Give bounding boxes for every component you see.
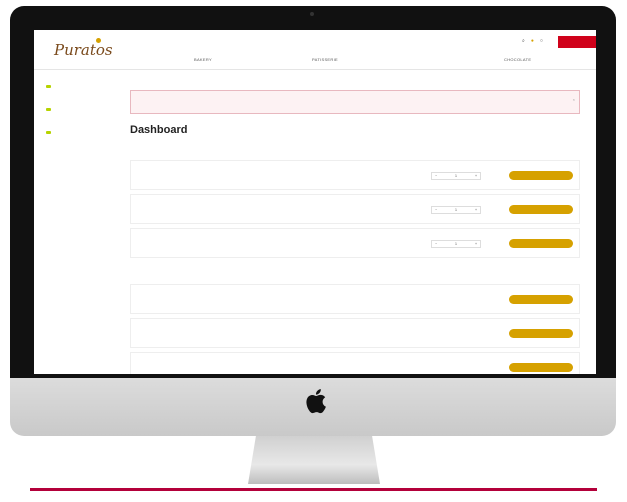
order-card: [130, 352, 580, 374]
minus-icon[interactable]: −: [435, 174, 437, 178]
add-to-cart-button[interactable]: [509, 171, 573, 180]
add-to-cart-button[interactable]: [509, 239, 573, 248]
badge: [46, 131, 51, 134]
plus-icon[interactable]: +: [475, 208, 477, 212]
quantity-stepper[interactable]: − 1 +: [431, 240, 481, 248]
header-icons: ⌕ ● ○: [522, 38, 543, 44]
sidebar-group: [44, 131, 114, 134]
search-icon[interactable]: ⌕: [522, 38, 525, 44]
minus-icon[interactable]: −: [435, 208, 437, 212]
favourite-card: − 1 +: [130, 228, 580, 258]
order-card: [130, 284, 580, 314]
imac-stand: [248, 436, 380, 484]
order-action-button[interactable]: [509, 363, 573, 372]
base-line: [30, 488, 597, 491]
badge: [46, 85, 51, 88]
site-header: Puratos ⌕ ● ○ BAKERY PATISSERIE CHOCOLAT: [34, 30, 596, 70]
quantity-value[interactable]: 1: [455, 242, 457, 246]
sidebar-group: [44, 108, 114, 111]
add-to-cart-button[interactable]: [509, 205, 573, 214]
main-nav: BAKERY PATISSERIE CHOCOLATE: [34, 57, 596, 65]
apple-logo-icon: [306, 389, 326, 414]
sidebar-group: [44, 85, 114, 88]
logout-button[interactable]: [558, 36, 596, 48]
nav-patisserie[interactable]: PATISSERIE: [312, 57, 338, 62]
alert-banner: ×: [130, 90, 580, 114]
sidebar-item[interactable]: [44, 108, 114, 111]
favourite-card: − 1 +: [130, 194, 580, 224]
cart-icon[interactable]: ●: [531, 38, 534, 44]
nav-chocolate[interactable]: CHOCOLATE: [504, 57, 531, 62]
favourite-card: − 1 +: [130, 160, 580, 190]
nav-bakery[interactable]: BAKERY: [194, 57, 212, 62]
badge: [46, 108, 51, 111]
quantity-stepper[interactable]: − 1 +: [431, 206, 481, 214]
quantity-value[interactable]: 1: [455, 174, 457, 178]
plus-icon[interactable]: +: [475, 242, 477, 246]
camera-icon: [310, 12, 314, 16]
close-icon[interactable]: ×: [573, 97, 575, 102]
logo-accent-icon: [96, 38, 101, 43]
sidebar-item[interactable]: [44, 131, 114, 134]
imac-mockup: Puratos ⌕ ● ○ BAKERY PATISSERIE CHOCOLAT: [0, 0, 627, 502]
sidebar: [44, 82, 114, 154]
plus-icon[interactable]: +: [475, 174, 477, 178]
order-card: [130, 318, 580, 348]
screen: Puratos ⌕ ● ○ BAKERY PATISSERIE CHOCOLAT: [34, 30, 596, 374]
order-action-button[interactable]: [509, 329, 573, 338]
quantity-stepper[interactable]: − 1 +: [431, 172, 481, 180]
sidebar-item[interactable]: [44, 85, 114, 88]
quantity-value[interactable]: 1: [455, 208, 457, 212]
minus-icon[interactable]: −: [435, 242, 437, 246]
page-title: Dashboard: [130, 124, 188, 136]
order-action-button[interactable]: [509, 295, 573, 304]
user-icon[interactable]: ○: [540, 38, 543, 44]
